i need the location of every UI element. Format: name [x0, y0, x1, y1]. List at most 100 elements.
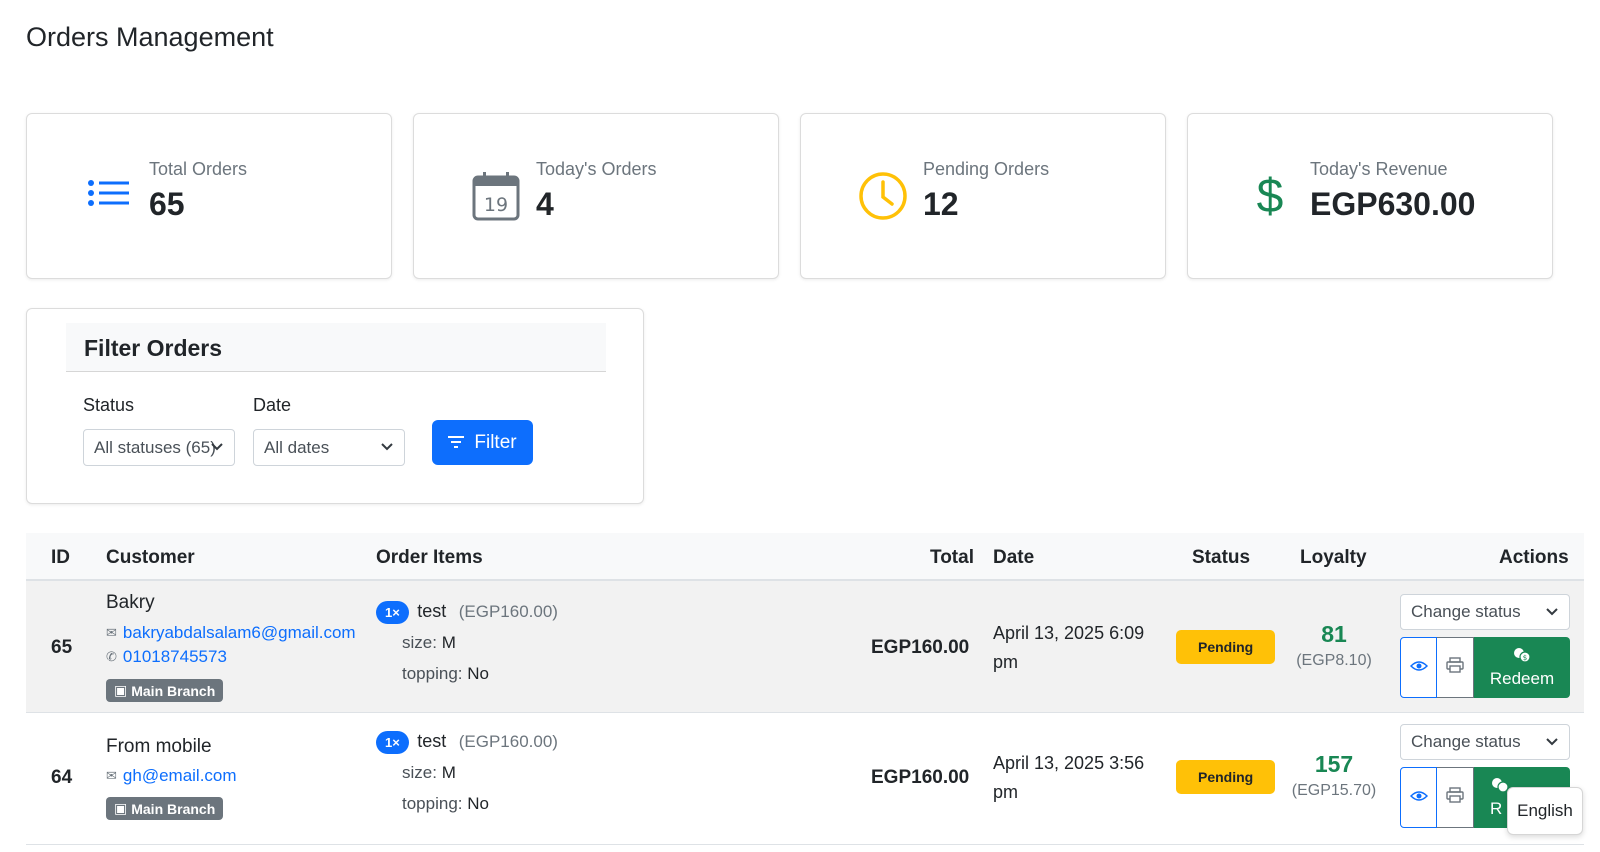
- option-value: M: [441, 763, 456, 782]
- calendar-icon: 19: [470, 170, 522, 222]
- dollar-icon: $: [1256, 169, 1284, 223]
- status-label: Status: [83, 395, 135, 415]
- redeem-label: Redeem: [1489, 669, 1555, 688]
- change-status-select[interactable]: Change status: [1400, 724, 1570, 760]
- loyalty-points: 157: [1314, 751, 1354, 777]
- option-label: size:: [402, 763, 437, 782]
- clock-icon: [857, 170, 909, 222]
- language-switcher[interactable]: English: [1507, 787, 1583, 835]
- stat-card-pending-orders: Pending Orders 12: [800, 113, 1166, 279]
- order-id: 65: [51, 637, 73, 658]
- view-button[interactable]: [1400, 767, 1437, 828]
- stat-card-todays-revenue: $ Today's Revenue EGP630.00: [1187, 113, 1553, 279]
- filter-title: Filter Orders: [84, 335, 223, 361]
- date-select[interactable]: All dates: [253, 429, 405, 466]
- redeem-button[interactable]: $ Redeem: [1474, 637, 1570, 698]
- change-status-value: Change status: [1411, 732, 1521, 751]
- branch-name: Main Branch: [131, 800, 216, 817]
- order-total: EGP160.00: [871, 767, 970, 788]
- branch-badge: ▣ Main Branch: [106, 797, 224, 820]
- customer-email-text: bakryabdalsalam6@gmail.com: [122, 623, 356, 642]
- stat-value: 65: [149, 186, 185, 222]
- header-loyalty: Loyalty: [1300, 547, 1367, 568]
- filter-header: Filter Orders: [66, 323, 606, 372]
- orders-table: ID Customer Order Items Total Date Statu…: [26, 533, 1584, 845]
- option-value: No: [467, 794, 489, 813]
- action-buttons: $ Redeem: [1400, 637, 1570, 698]
- item-price: (EGP160.00): [458, 602, 558, 621]
- store-icon: ▣: [114, 682, 128, 698]
- stat-label: Today's Orders: [536, 159, 657, 179]
- order-date: April 13, 2025 6:09 pm: [993, 623, 1145, 672]
- table-header: ID Customer Order Items Total Date Statu…: [26, 533, 1584, 581]
- branch-badge: ▣ Main Branch: [106, 679, 224, 702]
- stat-card-todays-orders: 19 Today's Orders 4: [413, 113, 779, 279]
- filter-button[interactable]: Filter: [432, 420, 533, 465]
- printer-icon: [1446, 657, 1464, 678]
- loyalty-value: (EGP8.10): [1296, 652, 1372, 669]
- option-label: topping:: [402, 664, 463, 683]
- option-label: topping:: [402, 794, 463, 813]
- filter-icon: [448, 432, 465, 454]
- filter-button-label: Filter: [474, 431, 517, 453]
- status-select-value: All statuses (65): [94, 438, 216, 457]
- item-option-topping: topping: No: [402, 794, 489, 814]
- item-price: (EGP160.00): [458, 732, 558, 751]
- header-items: Order Items: [376, 547, 483, 568]
- order-date: April 13, 2025 3:56 pm: [993, 753, 1145, 802]
- view-button[interactable]: [1400, 637, 1437, 698]
- chevron-down-icon: [1545, 733, 1559, 753]
- envelope-icon: ✉: [106, 625, 117, 640]
- item-qty-badge: 1×: [376, 731, 409, 754]
- customer-phone-text: 01018745573: [122, 647, 227, 666]
- status-badge: Pending: [1176, 630, 1276, 664]
- chevron-down-icon: [1545, 603, 1559, 623]
- loyalty-value: (EGP15.70): [1291, 782, 1377, 799]
- envelope-icon: ✉: [106, 768, 117, 783]
- header-id: ID: [51, 547, 70, 568]
- loyalty-cell: 81 (EGP8.10): [1284, 621, 1384, 670]
- date-select-value: All dates: [264, 438, 330, 457]
- change-status-value: Change status: [1411, 602, 1521, 621]
- table-row: 64 From mobile ✉ gh@email.com ▣ Main Bra…: [26, 713, 1584, 845]
- redeem-label: R: [1490, 799, 1503, 818]
- item-option-size: size: M: [402, 763, 456, 783]
- date-label: Date: [253, 395, 292, 415]
- header-date: Date: [993, 547, 1035, 568]
- item-option-topping: topping: No: [402, 664, 489, 684]
- order-item: 1× test (EGP160.00): [376, 731, 558, 754]
- option-label: size:: [402, 633, 437, 652]
- loyalty-cell: 157 (EGP15.70): [1284, 751, 1384, 800]
- stat-label: Total Orders: [149, 159, 248, 179]
- svg-text:$: $: [1523, 654, 1527, 662]
- list-icon: [83, 170, 135, 222]
- stat-card-total-orders: Total Orders 65: [26, 113, 392, 279]
- customer-email[interactable]: ✉ gh@email.com: [106, 766, 237, 786]
- customer-name: Bakry: [106, 592, 155, 613]
- order-total: EGP160.00: [871, 637, 970, 658]
- eye-icon: [1409, 789, 1428, 807]
- print-button[interactable]: [1437, 767, 1474, 828]
- change-status-select[interactable]: Change status: [1400, 594, 1570, 630]
- header-customer: Customer: [106, 547, 195, 568]
- item-name: test: [417, 601, 447, 621]
- header-actions: Actions: [1499, 547, 1569, 568]
- table-row: 65 Bakry ✉ bakryabdalsalam6@gmail.com ✆ …: [26, 581, 1584, 713]
- eye-icon: [1409, 659, 1428, 677]
- customer-name: From mobile: [106, 736, 212, 757]
- order-id: 64: [51, 767, 73, 788]
- stat-value: 4: [536, 186, 554, 222]
- status-select[interactable]: All statuses (65): [83, 429, 235, 466]
- header-status: Status: [1192, 547, 1251, 568]
- option-value: No: [467, 664, 489, 683]
- page-title: Orders Management: [26, 22, 274, 52]
- branch-name: Main Branch: [131, 682, 216, 699]
- stat-value: EGP630.00: [1310, 186, 1476, 222]
- item-name: test: [417, 731, 447, 751]
- customer-phone[interactable]: ✆ 01018745573: [106, 647, 227, 667]
- customer-email[interactable]: ✉ bakryabdalsalam6@gmail.com: [106, 623, 356, 643]
- calendar-day-text: 19: [484, 194, 508, 216]
- print-button[interactable]: [1437, 637, 1474, 698]
- stat-label: Today's Revenue: [1310, 159, 1448, 179]
- phone-icon: ✆: [106, 649, 117, 664]
